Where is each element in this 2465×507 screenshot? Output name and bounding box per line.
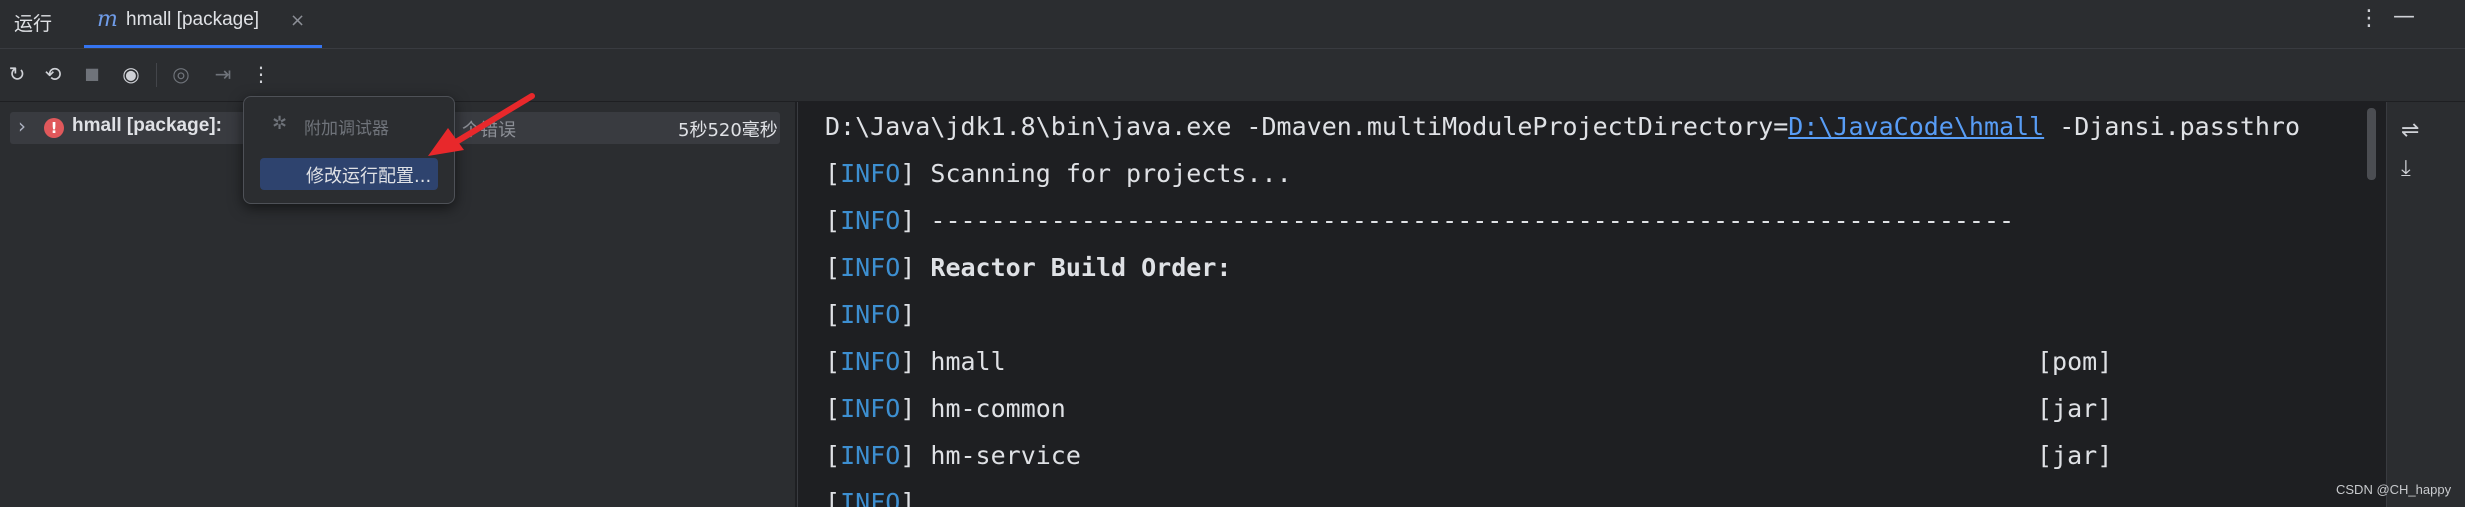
toolbar-separator: [156, 63, 157, 87]
rerun-failed-icon[interactable]: ⟲: [38, 59, 68, 89]
red-arrow-annotation: [428, 93, 535, 156]
console-scrollbar[interactable]: [2367, 108, 2376, 180]
bracket: [: [825, 206, 841, 235]
bug-icon: ✲: [272, 113, 288, 134]
minimize-icon[interactable]: —: [2393, 4, 2415, 29]
camera-icon[interactable]: ◎: [166, 59, 196, 89]
log-text: Scanning for projects...: [915, 159, 1292, 188]
bracket: ]: [900, 488, 916, 507]
bracket: [: [825, 300, 841, 329]
tree-row-label: hmall [package]:: [72, 115, 222, 136]
more-icon[interactable]: ⋮: [246, 59, 276, 89]
log-text: Reactor Build Order:: [915, 253, 1232, 282]
console-side-toolbar: ⇌ ⤓: [2386, 102, 2465, 507]
export-icon[interactable]: ⇥: [208, 59, 238, 89]
module-name: hm-common: [915, 394, 1066, 423]
module-packaging: [jar]: [2037, 441, 2113, 470]
bracket: [: [825, 253, 841, 282]
bracket: [: [825, 347, 841, 376]
module-name: hm-service: [915, 441, 1081, 470]
rerun-icon[interactable]: ↻: [2, 59, 32, 89]
console-line: [INFO]: [825, 300, 915, 329]
info-tag: INFO: [840, 488, 901, 507]
menu-item-attach-debugger[interactable]: 附加调试器: [304, 114, 389, 139]
console-output[interactable]: D:\Java\jdk1.8\bin\java.exe -Dmaven.mult…: [797, 102, 2386, 507]
console-line: [INFO] hm-common [jar]: [825, 394, 2112, 423]
bracket: [: [825, 159, 841, 188]
run-toolbar: ↻ ⟲ ■ ◉ ◎ ⇥ ⋮: [0, 49, 2465, 101]
console-line: [INFO] hm-service [jar]: [825, 441, 2112, 470]
info-tag: INFO: [840, 394, 901, 423]
info-tag: INFO: [840, 300, 901, 329]
info-tag: INFO: [840, 347, 901, 376]
run-panel-title: 运行: [14, 13, 53, 35]
project-path-link[interactable]: D:\JavaCode\hmall: [1788, 112, 2044, 141]
bracket: ]: [900, 394, 916, 423]
stop-icon[interactable]: ■: [77, 59, 107, 89]
tab-label: hmall [package]: [126, 9, 260, 30]
log-text: ----------------------------------------…: [915, 206, 2015, 235]
tool-window-header: 运行 m hmall [package] × ⋮ —: [0, 0, 2465, 49]
maven-icon: m: [97, 7, 118, 32]
error-icon: !: [44, 118, 64, 138]
bracket: [: [825, 441, 841, 470]
module-packaging: [pom]: [2037, 347, 2113, 376]
bracket: [: [825, 394, 841, 423]
console-line: [INFO] ---------------------------------…: [825, 206, 2014, 235]
tab-hmall-package[interactable]: m hmall [package] ×: [84, 0, 322, 48]
info-tag: INFO: [840, 159, 901, 188]
eye-icon[interactable]: ◉: [116, 59, 146, 89]
console-line: [INFO]: [825, 488, 915, 507]
info-tag: INFO: [840, 253, 901, 282]
module-packaging: [jar]: [2037, 394, 2113, 423]
console-line: [INFO] hmall [pom]: [825, 347, 2112, 376]
soft-wrap-icon[interactable]: ⇌: [2401, 118, 2419, 143]
info-tag: INFO: [840, 441, 901, 470]
arrow-shaft: [453, 93, 535, 145]
console-line: [INFO] Reactor Build Order:: [825, 253, 1231, 282]
bracket: ]: [900, 253, 916, 282]
module-name: hmall: [915, 347, 1006, 376]
console-line: D:\Java\jdk1.8\bin\java.exe -Dmaven.mult…: [825, 112, 2300, 141]
bracket: ]: [900, 159, 916, 188]
command-text: -Djansi.passthro: [2044, 112, 2301, 141]
more-options-icon[interactable]: ⋮: [2358, 6, 2380, 31]
menu-item-label: 修改运行配置...: [306, 166, 432, 187]
menu-item-edit-run-config[interactable]: 修改运行配置...: [260, 158, 438, 190]
bracket: ]: [900, 300, 916, 329]
command-text: D:\Java\jdk1.8\bin\java.exe -Dmaven.mult…: [825, 112, 1789, 141]
duration-label: 5秒520毫秒: [678, 120, 778, 141]
chevron-right-icon[interactable]: ›: [18, 114, 26, 138]
watermark: CSDN @CH_happy: [2336, 482, 2452, 497]
info-tag: INFO: [840, 206, 901, 235]
bracket: ]: [900, 206, 916, 235]
close-icon[interactable]: ×: [290, 10, 305, 31]
bracket: ]: [900, 347, 916, 376]
scroll-to-end-icon[interactable]: ⤓: [2401, 156, 2411, 181]
console-line: [INFO] Scanning for projects...: [825, 159, 1292, 188]
bracket: [: [825, 488, 841, 507]
bracket: ]: [900, 441, 916, 470]
